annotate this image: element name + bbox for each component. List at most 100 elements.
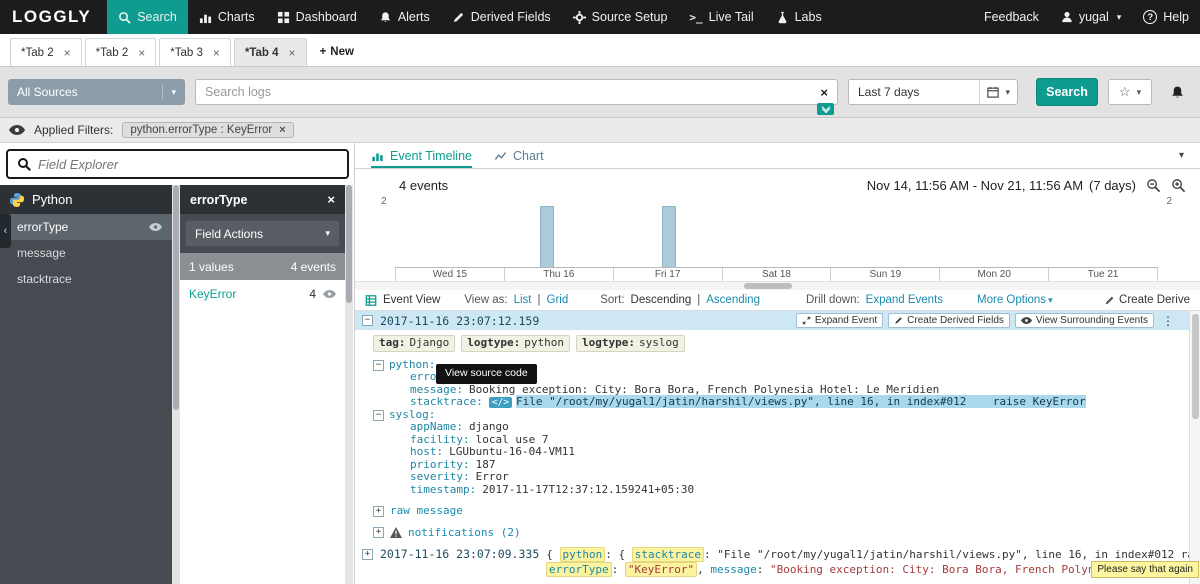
remove-filter-icon[interactable]: ×	[279, 124, 285, 136]
notifications-link[interactable]: notifications (2)	[408, 527, 521, 540]
detail-scrollbar[interactable]	[345, 185, 353, 584]
collapse-timeline-icon[interactable]: ▾	[1179, 150, 1184, 161]
json-key[interactable]: appName:	[410, 420, 463, 433]
json-key[interactable]: severity:	[410, 470, 470, 483]
calendar-dropdown[interactable]: ▾	[979, 80, 1017, 104]
json-key[interactable]: host:	[410, 445, 443, 458]
json-key[interactable]: facility:	[410, 433, 470, 446]
json-key[interactable]: priority:	[410, 458, 470, 471]
view-as-grid[interactable]: Grid	[547, 294, 569, 306]
view-as-list[interactable]: List	[514, 294, 532, 306]
tab-1[interactable]: *Tab 2 ×	[10, 38, 82, 66]
expand-icon[interactable]: +	[373, 527, 384, 538]
clear-search-icon[interactable]: ×	[820, 85, 828, 100]
notifications-toggle[interactable]: + notifications (2)	[373, 527, 1200, 540]
event-row-header[interactable]: − 2017-11-16 23:07:12.159 Expand Event C…	[355, 311, 1200, 330]
nav-item-user-menu[interactable]: yugal ▾	[1050, 0, 1132, 34]
close-icon[interactable]: ×	[289, 46, 296, 60]
expand-event-button[interactable]: Expand Event	[796, 313, 883, 328]
timeline-bar[interactable]	[662, 206, 676, 267]
search-button[interactable]: Search	[1036, 78, 1098, 106]
nav-item-search[interactable]: Search	[107, 0, 188, 34]
scrollbar-thumb[interactable]	[1192, 314, 1199, 419]
python-group-header[interactable]: Python	[0, 185, 172, 214]
new-tab-button[interactable]: + New	[310, 38, 364, 66]
tag-chip[interactable]: logtype:syslog	[576, 335, 685, 352]
eye-icon[interactable]	[9, 125, 25, 135]
json-key[interactable]: message:	[410, 383, 463, 396]
collapse-event-icon[interactable]: −	[362, 315, 373, 326]
eye-icon[interactable]	[149, 223, 162, 231]
fields-scrollbar[interactable]	[172, 185, 180, 584]
close-icon[interactable]: ×	[138, 46, 145, 60]
json-key[interactable]: python:	[389, 358, 435, 371]
tab-4-active[interactable]: *Tab 4 ×	[234, 38, 307, 66]
event-row-collapsed[interactable]: +2017-11-16 23:07:09.335{ python: { stac…	[355, 548, 1200, 576]
create-derived-fields-button[interactable]: Create Derive	[1104, 294, 1190, 306]
scrollbar-thumb[interactable]	[744, 283, 792, 289]
json-value[interactable]: Error	[476, 470, 509, 483]
json-value[interactable]: local use 7	[476, 433, 549, 446]
nav-item-charts[interactable]: Charts	[188, 0, 266, 34]
more-options-dropdown[interactable]: More Options▾	[977, 294, 1053, 306]
alerts-bell-button[interactable]	[1162, 79, 1192, 105]
source-selector[interactable]: All Sources ▾	[8, 79, 185, 105]
collapse-sidebar-handle[interactable]: ‹	[0, 214, 11, 248]
zoom-in-icon[interactable]	[1171, 178, 1186, 193]
nav-item-derived-fields[interactable]: Derived Fields	[441, 0, 562, 34]
time-range-picker[interactable]: Last 7 days ▾	[848, 79, 1018, 105]
json-key[interactable]: message	[710, 563, 756, 576]
scrollbar-thumb[interactable]	[173, 185, 179, 410]
tab-2[interactable]: *Tab 2 ×	[85, 38, 157, 66]
nav-item-alerts[interactable]: Alerts	[368, 0, 441, 34]
sort-descending[interactable]: Descending	[631, 294, 692, 306]
highlighted-key-python[interactable]: python	[560, 547, 606, 562]
filter-chip[interactable]: python.errorType : KeyError ×	[122, 122, 293, 138]
nav-item-source-setup[interactable]: Source Setup	[562, 0, 679, 34]
tab-chart[interactable]: Chart	[494, 143, 544, 168]
sidebar-field-stacktrace[interactable]: stacktrace	[0, 266, 172, 292]
field-actions-dropdown[interactable]: Field Actions ▾	[185, 220, 340, 247]
nav-item-live-tail[interactable]: >_ Live Tail	[678, 0, 764, 34]
nav-item-feedback[interactable]: Feedback	[973, 0, 1050, 34]
timeline-bar[interactable]	[540, 206, 554, 267]
loggly-logo[interactable]: LOGGLY	[0, 0, 107, 34]
sort-ascending[interactable]: Ascending	[706, 294, 760, 306]
eye-icon[interactable]	[323, 290, 336, 298]
json-key[interactable]: timestamp:	[410, 483, 476, 496]
nav-item-dashboard[interactable]: Dashboard	[266, 0, 368, 34]
timeline-h-scrollbar[interactable]	[355, 281, 1200, 290]
tag-chip[interactable]: tag:Django	[373, 335, 455, 352]
highlighted-key-errortype[interactable]: errorType	[546, 562, 612, 577]
tab-event-timeline[interactable]: Event Timeline	[371, 143, 472, 168]
highlighted-stacktrace-value[interactable]: File "/root/my/yugal1/jatin/harshil/view…	[516, 395, 1086, 408]
json-value[interactable]: 2017-11-17T12:37:12.159241+05:30	[482, 483, 694, 496]
scrollbar-thumb[interactable]	[346, 185, 352, 303]
sidebar-field-errortype[interactable]: errorType	[0, 214, 172, 240]
view-surrounding-events-button[interactable]: View Surrounding Events	[1015, 313, 1154, 328]
highlighted-key-stacktrace[interactable]: stacktrace	[632, 547, 704, 562]
nav-item-labs[interactable]: Labs	[765, 0, 833, 34]
close-icon[interactable]: ×	[64, 46, 71, 60]
json-key[interactable]: stacktrace:	[410, 395, 483, 408]
events-scrollbar[interactable]	[1189, 311, 1200, 584]
value-row-keyerror[interactable]: KeyError 4	[180, 280, 345, 307]
create-derived-fields-button[interactable]: Create Derived Fields	[888, 313, 1010, 328]
raw-message-toggle[interactable]: + raw message	[373, 505, 1200, 518]
zoom-out-icon[interactable]	[1146, 178, 1161, 193]
expand-event-icon[interactable]: +	[362, 549, 373, 560]
event-menu-kebab-icon[interactable]: ⋮	[1159, 314, 1177, 328]
collapse-node-icon[interactable]: −	[373, 360, 384, 371]
field-explorer-input[interactable]	[38, 157, 338, 172]
tab-3[interactable]: *Tab 3 ×	[159, 38, 231, 66]
save-search-button[interactable]: ☆ ▾	[1108, 79, 1152, 105]
collapse-node-icon[interactable]: −	[373, 410, 384, 421]
drill-down-expand-events[interactable]: Expand Events	[866, 294, 943, 306]
json-value[interactable]: Booking exception: City: Bora Bora, Fren…	[469, 383, 939, 396]
highlighted-value-keyerror[interactable]: "KeyError"	[625, 562, 697, 577]
nav-item-help[interactable]: ? Help	[1132, 0, 1200, 34]
expand-icon[interactable]: +	[373, 506, 384, 517]
json-value[interactable]: 187	[476, 458, 496, 471]
close-icon[interactable]: ×	[327, 192, 335, 207]
tag-chip[interactable]: logtype:python	[461, 335, 570, 352]
